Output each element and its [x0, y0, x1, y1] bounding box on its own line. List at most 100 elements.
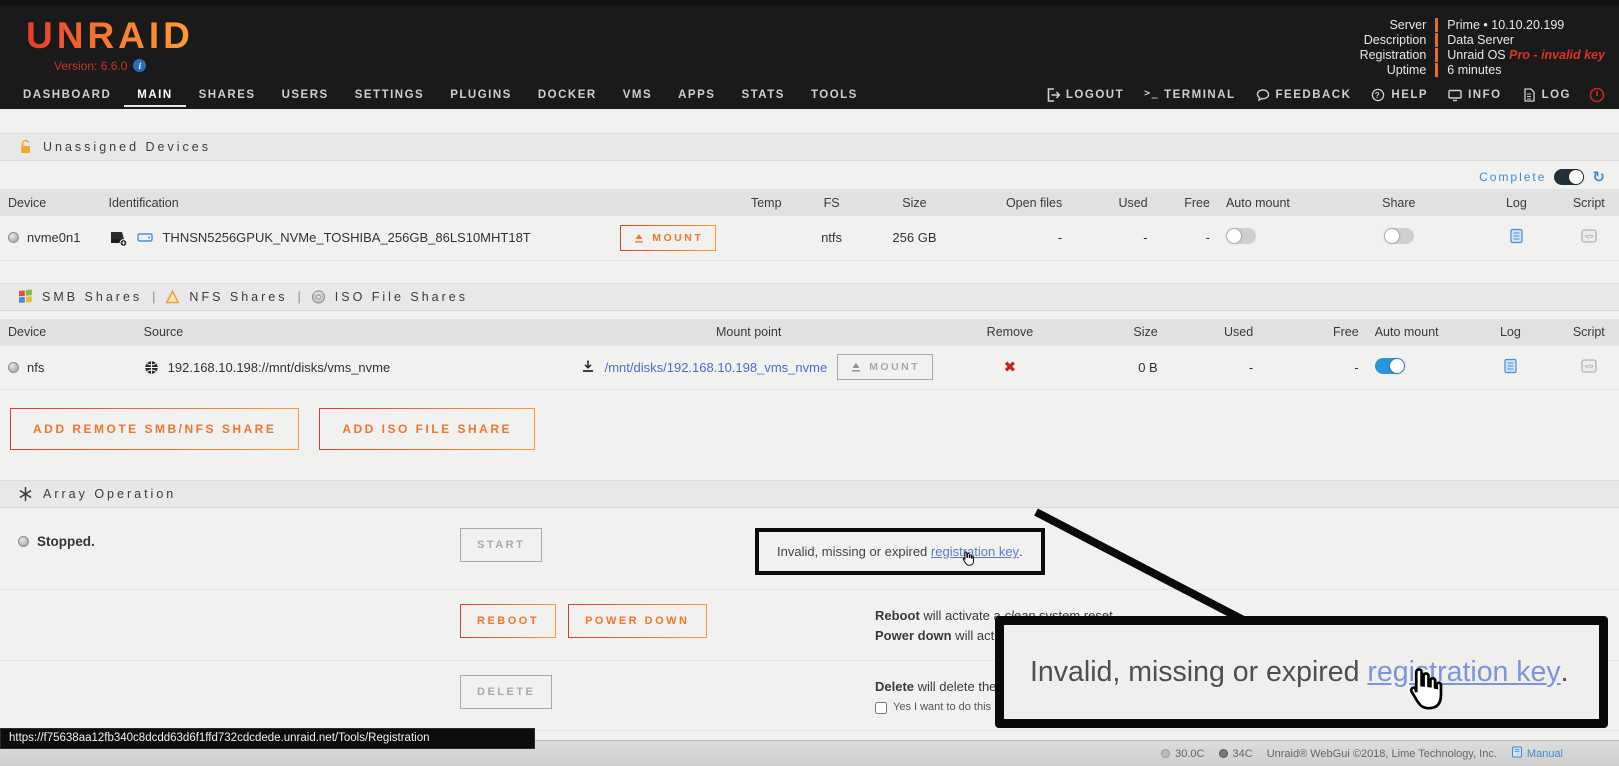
share-auto-mount-toggle[interactable]: [1375, 358, 1405, 374]
nav-tools[interactable]: TOOLS: [798, 83, 871, 107]
temp-reading-a: 30.0C: [1161, 748, 1204, 760]
temp-dot-icon: [1219, 749, 1228, 758]
mount-point-link[interactable]: /mnt/disks/192.168.10.198_vms_nvme: [605, 360, 828, 375]
add-iso-file-share-button[interactable]: ADD ISO FILE SHARE: [319, 408, 535, 450]
logout-icon: [1046, 88, 1060, 102]
table-header-row: Device Identification Temp FS Size Open …: [0, 189, 1619, 216]
magnified-callout: Invalid, missing or expired registration…: [995, 616, 1608, 728]
free-cell: -: [1156, 216, 1218, 260]
nav-main[interactable]: MAIN: [124, 83, 185, 107]
disk-add-icon: [108, 229, 128, 247]
log-icon[interactable]: [1503, 362, 1518, 377]
device-identification[interactable]: THNSN5256GPUK_NVMe_TOSHIBA_256GB_86LS10M…: [162, 230, 530, 245]
power-down-button[interactable]: POWER DOWN: [568, 604, 706, 638]
feedback-icon: [1256, 88, 1270, 102]
nav-settings[interactable]: SETTINGS: [342, 83, 438, 107]
info-button[interactable]: INFO: [1438, 82, 1511, 108]
open-files-cell: -: [965, 216, 1071, 260]
svg-text:?: ?: [1375, 90, 1381, 99]
feedback-button[interactable]: FEEDBACK: [1246, 82, 1362, 108]
share-free-cell: -: [1261, 346, 1367, 390]
share-size-cell: 0 B: [1055, 346, 1166, 390]
tab-iso-file-shares[interactable]: ISO File Shares: [311, 289, 468, 305]
uptime-value: 6 minutes: [1435, 63, 1605, 77]
remove-share-icon[interactable]: ✖: [1004, 359, 1017, 376]
unassigned-device-row: nvme0n1 THNSN5256GPUK_NVMe_TOSHIBA_256GB…: [0, 216, 1619, 260]
share-device-name[interactable]: nfs: [27, 360, 44, 375]
device-name[interactable]: nvme0n1: [27, 230, 80, 245]
help-button[interactable]: ? HELP: [1361, 82, 1438, 108]
share-row: nfs 192.168.10.198://mnt/disks/vms_nvme …: [0, 346, 1619, 390]
nav-plugins[interactable]: PLUGINS: [437, 83, 525, 107]
hand-cursor-icon-large: [1399, 663, 1445, 715]
table-header-row: Device Source Mount point Remove Size Us…: [0, 319, 1619, 346]
mount-icon: [633, 232, 645, 244]
shares-header: SMB Shares | NFS Shares | ISO File Share…: [0, 283, 1619, 311]
nav-vms[interactable]: VMS: [610, 83, 665, 107]
array-status-dot: [18, 536, 29, 547]
nav-apps[interactable]: APPS: [665, 83, 728, 107]
unraid-logo: UNRAID: [26, 16, 194, 57]
version-label: Version: 6.6.0 i: [54, 59, 194, 73]
top-header: UNRAID Version: 6.6.0 i Server Prime • 1…: [0, 0, 1619, 80]
array-operation-header: Array Operation: [0, 480, 1619, 508]
iso-disc-icon: [311, 289, 326, 305]
svg-text:</>: </>: [1584, 235, 1593, 241]
device-status-dot: [8, 232, 19, 243]
fs-cell: ntfs: [799, 216, 864, 260]
globe-icon: [144, 360, 159, 375]
manual-link[interactable]: Manual: [1511, 746, 1563, 761]
mount-button[interactable]: MOUNT: [620, 225, 716, 251]
temp-cell: [734, 216, 799, 260]
nav-users[interactable]: USERS: [269, 83, 342, 107]
share-mount-button[interactable]: MOUNT: [837, 354, 933, 380]
log-icon[interactable]: [1509, 232, 1524, 247]
invalid-key-highlight-box: Invalid, missing or expired registration…: [755, 528, 1045, 575]
complete-label[interactable]: Complete: [1479, 170, 1546, 184]
registration-key-link-large[interactable]: registration key: [1367, 656, 1560, 689]
version-info-icon[interactable]: i: [133, 59, 146, 72]
refresh-icon[interactable]: ↻: [1592, 170, 1605, 185]
unassigned-devices-header: Unassigned Devices: [0, 133, 1619, 161]
size-cell: 256 GB: [864, 216, 964, 260]
start-button[interactable]: START: [460, 528, 542, 562]
unlocked-padlock-icon: [18, 139, 33, 155]
delete-button[interactable]: DELETE: [460, 675, 552, 709]
script-icon[interactable]: </>: [1581, 231, 1597, 246]
description-value: Data Server: [1435, 33, 1605, 47]
help-icon: ?: [1371, 88, 1385, 102]
add-remote-smb-nfs-share-button[interactable]: ADD REMOTE SMB/NFS SHARE: [10, 408, 299, 450]
logout-button[interactable]: LOGOUT: [1036, 82, 1134, 108]
tab-smb-shares[interactable]: SMB Shares: [18, 289, 142, 305]
reboot-button[interactable]: REBOOT: [460, 604, 556, 638]
used-cell: -: [1070, 216, 1155, 260]
terminal-button[interactable]: >_ TERMINAL: [1134, 82, 1245, 108]
delete-confirm-checkbox[interactable]: [875, 702, 887, 714]
complete-toggle[interactable]: [1554, 169, 1584, 185]
shares-table: Device Source Mount point Remove Size Us…: [0, 319, 1619, 391]
array-status-text: Stopped.: [37, 534, 95, 549]
registration-key-link[interactable]: registration key: [931, 544, 1019, 559]
link-preview-statusbar: https://f75638aa12fb340c8dcdd63d6f1ffd73…: [0, 728, 535, 749]
main-nav: DASHBOARD MAIN SHARES USERS SETTINGS PLU…: [0, 80, 1619, 109]
nav-stats[interactable]: STATS: [728, 83, 798, 107]
power-icon[interactable]: [1589, 87, 1605, 103]
svg-text:</>: </>: [1584, 364, 1593, 370]
nav-shares[interactable]: SHARES: [186, 83, 269, 107]
nav-dashboard[interactable]: DASHBOARD: [10, 83, 124, 107]
server-info-panel: Server Prime • 10.10.20.199 Description …: [1360, 18, 1605, 77]
auto-mount-toggle[interactable]: [1226, 228, 1256, 244]
copyright-text: Unraid® WebGui ©2018, Lime Technology, I…: [1267, 748, 1497, 760]
download-icon: [581, 359, 595, 376]
tab-nfs-shares[interactable]: NFS Shares: [165, 289, 287, 305]
share-used-cell: -: [1166, 346, 1261, 390]
server-value: Prime • 10.10.20.199: [1435, 18, 1605, 32]
log-button[interactable]: LOG: [1512, 82, 1581, 108]
share-toggle[interactable]: [1384, 228, 1414, 244]
nav-docker[interactable]: DOCKER: [525, 83, 610, 107]
log-file-icon: [1522, 88, 1536, 102]
terminal-icon: >_: [1144, 88, 1158, 102]
registration-value: Unraid OS Pro - invalid key: [1435, 48, 1605, 62]
script-icon[interactable]: </>: [1581, 361, 1597, 376]
windows-icon: [18, 289, 33, 305]
